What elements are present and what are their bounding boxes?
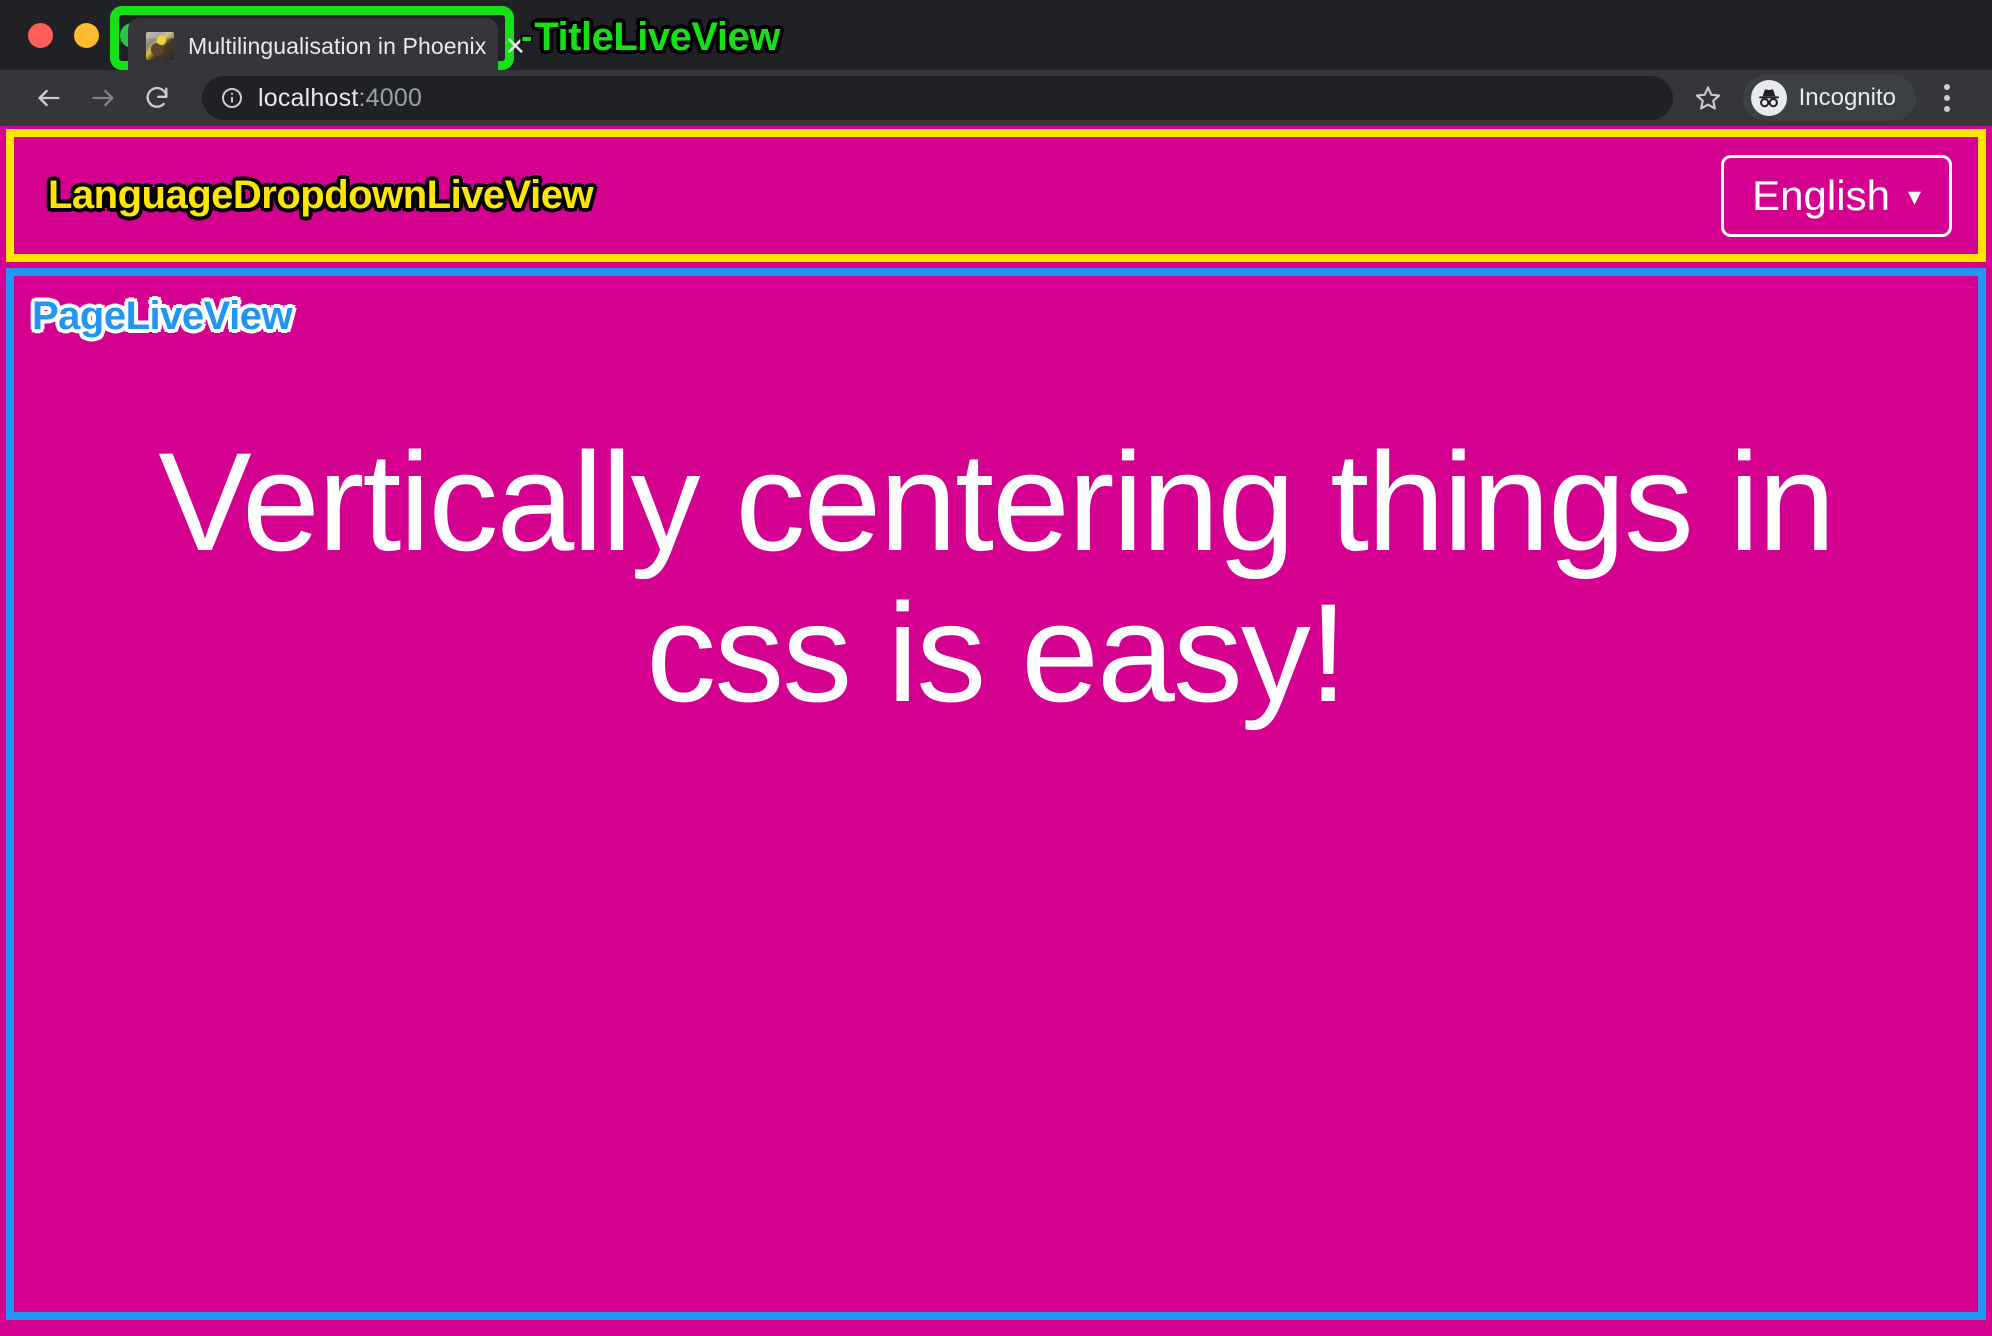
minimize-window-button[interactable] — [74, 23, 99, 48]
bookmark-button[interactable] — [1685, 84, 1731, 112]
reload-icon — [146, 86, 168, 108]
browser-menu-button[interactable] — [1924, 84, 1970, 112]
title-live-view-label: TitleLiveView — [534, 15, 780, 59]
profile-chip[interactable]: Incognito — [1742, 75, 1916, 121]
url-text: localhost:4000 — [258, 84, 422, 113]
arrow-right-icon — [92, 89, 114, 107]
page-live-view-label: PageLiveView — [32, 294, 293, 338]
language-dropdown-live-view-label: LanguageDropdownLiveView — [48, 173, 594, 217]
page-heading: Vertically centering things in css is ea… — [158, 423, 1835, 732]
reload-button[interactable] — [130, 71, 184, 125]
kebab-dot — [1944, 95, 1950, 101]
kebab-dot — [1944, 106, 1950, 112]
page-live-view-region: PageLiveView Vertically centering things… — [6, 268, 1986, 1320]
arrow-left-icon — [38, 89, 60, 107]
title-live-view-annotation: - TitleLiveView — [521, 15, 780, 60]
tab-strip: Multilingualisation in Phoenix ✕ - Title… — [0, 0, 1992, 74]
profile-label: Incognito — [1798, 84, 1896, 111]
page-viewport: LanguageDropdownLiveView English ▾ PageL… — [0, 126, 1992, 1336]
hero-section: Vertically centering things in css is ea… — [14, 423, 1978, 732]
browser-tab[interactable]: Multilingualisation in Phoenix ✕ — [128, 18, 526, 74]
url-port: :4000 — [358, 83, 423, 112]
browser-toolbar: localhost:4000 Incognito — [0, 70, 1992, 126]
kebab-dot — [1944, 84, 1950, 90]
close-window-button[interactable] — [28, 23, 53, 48]
incognito-icon — [1750, 80, 1787, 116]
forward-button[interactable] — [76, 71, 130, 125]
tab-title: Multilingualisation in Phoenix — [188, 32, 487, 59]
language-dropdown-value: English — [1752, 171, 1890, 219]
favicon-icon — [146, 32, 174, 60]
back-button[interactable] — [22, 71, 76, 125]
incognito-glyph — [1758, 89, 1779, 108]
chevron-down-icon: ▾ — [1907, 180, 1921, 211]
annotation-dash: - — [521, 18, 533, 56]
language-dropdown-live-view-region: LanguageDropdownLiveView English ▾ — [6, 129, 1986, 262]
address-bar[interactable]: localhost:4000 — [202, 76, 1673, 120]
star-icon — [1695, 86, 1720, 110]
info-circle-icon — [222, 88, 242, 108]
browser-window: Multilingualisation in Phoenix ✕ - Title… — [0, 0, 1992, 1336]
language-dropdown-button[interactable]: English ▾ — [1721, 154, 1952, 237]
url-host: localhost — [258, 83, 359, 112]
